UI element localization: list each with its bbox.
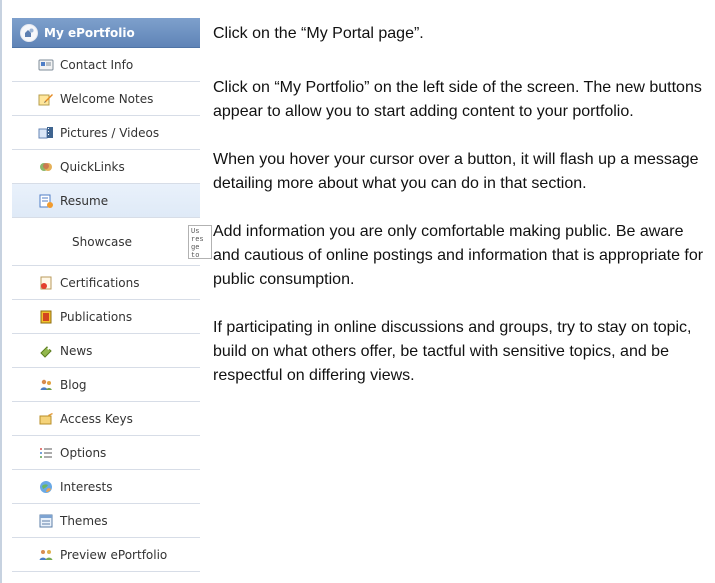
instruction-paragraph: Click on “My Portfolio” on the left side… (213, 79, 702, 120)
sidebar-item-interests[interactable]: Interests (12, 470, 200, 504)
resume-icon (38, 193, 54, 209)
tag-icon (38, 343, 54, 359)
sidebar-item-label: Access Keys (60, 411, 133, 426)
sidebar-item-label: Publications (60, 309, 133, 324)
sidebar-item-label: QuickLinks (60, 159, 125, 174)
instruction-paragraph: If participating in online discussions a… (213, 319, 692, 384)
key-folder-icon (38, 411, 54, 427)
sidebar-item-label: Pictures / Videos (60, 125, 160, 140)
tooltip-line: res (191, 236, 204, 244)
instruction-paragraph: Click on the “My Portal page”. (213, 25, 424, 42)
sidebar-item-quicklinks[interactable]: QuickLinks (12, 150, 200, 184)
portfolio-icon (20, 23, 38, 42)
sidebar-item-label: Resume (60, 193, 109, 208)
sidebar-item-contact-info[interactable]: Contact Info (12, 48, 200, 82)
sidebar-item-access-keys[interactable]: Access Keys (12, 402, 200, 436)
sidebar-header-title: My ePortfolio (44, 25, 135, 40)
contact-card-icon (38, 57, 54, 73)
sidebar-item-label: Contact Info (60, 57, 134, 72)
sidebar-item-publications[interactable]: Publications (12, 300, 200, 334)
sidebar-item-certifications[interactable]: Certifications (12, 266, 200, 300)
sidebar-item-label: Certifications (60, 275, 140, 290)
picture-video-icon (38, 125, 54, 141)
sidebar-item-preview-eportfolio[interactable]: Preview ePortfolio (12, 538, 200, 572)
sidebar-item-blog[interactable]: Blog (12, 368, 200, 402)
preview-people-icon (38, 547, 54, 563)
sidebar-item-label: Blog (60, 377, 87, 392)
sidebar-rule (0, 0, 2, 583)
sidebar-item-pictures-videos[interactable]: Pictures / Videos (12, 116, 200, 150)
window-icon (38, 513, 54, 529)
note-pencil-icon (38, 91, 54, 107)
sidebar-item-label: Showcase (72, 234, 132, 249)
sidebar-item-welcome-notes[interactable]: Welcome Notes (12, 82, 200, 116)
sidebar-inner: My ePortfolio Contact Info Welcome Notes (12, 18, 212, 583)
hover-tooltip: Us res ge to (188, 225, 212, 259)
instruction-paragraph: Add information you are only comfortable… (213, 223, 704, 288)
sidebar-item-label: Preview ePortfolio (60, 547, 168, 562)
tooltip-line: to (191, 252, 200, 259)
link-bubbles-icon (38, 159, 54, 175)
sidebar-item-label: News (60, 343, 93, 358)
sidebar-item-label: Options (60, 445, 107, 460)
book-icon (38, 309, 54, 325)
sidebar-item-showcase[interactable]: Showcase Us res ge to (12, 218, 212, 266)
sidebar-menu: Contact Info Welcome Notes Pictures / Vi… (12, 48, 212, 572)
instruction-paragraph: When you hover your cursor over a button… (213, 151, 699, 192)
instructions-content: Click on the “My Portal page”. Click on … (213, 22, 708, 412)
sidebar-item-label: Themes (60, 513, 108, 528)
sidebar-header[interactable]: My ePortfolio (12, 18, 200, 48)
sidebar: My ePortfolio Contact Info Welcome Notes (0, 0, 212, 583)
sidebar-item-resume[interactable]: Resume (12, 184, 200, 218)
options-list-icon (38, 445, 54, 461)
globe-icon (38, 479, 54, 495)
sidebar-item-themes[interactable]: Themes (12, 504, 200, 538)
sidebar-item-label: Welcome Notes (60, 91, 154, 106)
people-icon (38, 377, 54, 393)
sidebar-item-options[interactable]: Options (12, 436, 200, 470)
tooltip-line: Us (191, 228, 200, 236)
sidebar-item-label: Interests (60, 479, 113, 494)
tooltip-line: ge (191, 244, 200, 252)
sidebar-item-news[interactable]: News (12, 334, 200, 368)
certificate-icon (38, 275, 54, 291)
